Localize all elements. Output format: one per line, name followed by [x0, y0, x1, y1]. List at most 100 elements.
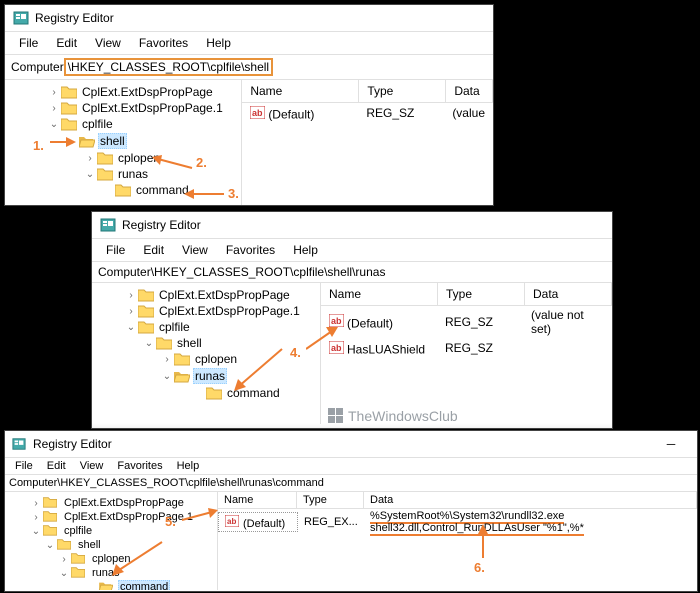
- tree-node[interactable]: ›CplExt.ExtDspPropPage: [92, 287, 320, 303]
- col-type[interactable]: Type: [438, 283, 525, 305]
- expand-icon[interactable]: ›: [29, 498, 43, 509]
- folder-icon: [43, 496, 59, 510]
- tree-node[interactable]: ⌄cplfile: [92, 319, 320, 335]
- addressbar[interactable]: Computer \HKEY_CLASSES_ROOT\cplfile\shel…: [5, 55, 493, 80]
- collapse-icon[interactable]: ⌄: [29, 526, 43, 537]
- minimize-button[interactable]: ─: [651, 434, 691, 454]
- folder-icon: [97, 167, 113, 181]
- watermark: TheWindowsClub: [328, 408, 458, 424]
- string-value-icon: ab: [250, 105, 266, 119]
- addr-computer: Computer: [11, 60, 64, 74]
- menu-favorites[interactable]: Favorites: [131, 34, 196, 52]
- addr-computer: Computer: [9, 477, 57, 489]
- annotation-1: 1.: [33, 138, 44, 153]
- annotation-2: 2.: [196, 155, 207, 170]
- expand-icon[interactable]: ›: [83, 153, 97, 164]
- annotation-3: 3.: [228, 186, 239, 201]
- collapse-icon[interactable]: ⌄: [47, 119, 61, 130]
- folder-icon: [138, 288, 154, 302]
- collapse-icon[interactable]: ⌄: [43, 540, 57, 551]
- addressbar[interactable]: Computer\HKEY_CLASSES_ROOT\cplfile\shell…: [5, 475, 697, 492]
- col-type[interactable]: Type: [359, 80, 446, 102]
- addressbar[interactable]: Computer\HKEY_CLASSES_ROOT\cplfile\shell…: [92, 262, 612, 283]
- annotation-6: 6.: [474, 560, 485, 575]
- addr-computer: Computer: [98, 265, 151, 279]
- tree-node[interactable]: ⌄cplfile: [5, 116, 241, 132]
- expand-icon[interactable]: ›: [124, 306, 138, 317]
- expand-icon[interactable]: ›: [160, 354, 174, 365]
- folder-icon: [138, 304, 154, 318]
- menubar: File Edit View Favorites Help: [5, 458, 697, 475]
- titlebar[interactable]: Registry Editor: [92, 212, 612, 239]
- menu-help[interactable]: Help: [171, 459, 206, 473]
- list-row[interactable]: ab(Default) REG_SZ (value not set): [321, 306, 612, 338]
- tree-node[interactable]: ›CplExt.ExtDspPropPage: [5, 84, 241, 100]
- collapse-icon[interactable]: ⌄: [124, 322, 138, 333]
- tree-node[interactable]: ›CplExt.ExtDspPropPage.1: [92, 303, 320, 319]
- folder-icon: [43, 510, 59, 524]
- tree-pane[interactable]: ›CplExt.ExtDspPropPage ›CplExt.ExtDspPro…: [92, 283, 321, 424]
- values-pane[interactable]: Name Type Data ab(Default) REG_SZ (value: [242, 80, 493, 205]
- col-data[interactable]: Data: [525, 283, 612, 305]
- menu-file[interactable]: File: [98, 241, 133, 259]
- svg-text:ab: ab: [227, 517, 236, 526]
- menu-favorites[interactable]: Favorites: [111, 459, 168, 473]
- values-pane[interactable]: Name Type Data ab(Default) REG_SZ (value…: [321, 283, 612, 424]
- list-row[interactable]: abHasLUAShield REG_SZ: [321, 338, 612, 359]
- annotation-5: 5.: [165, 514, 176, 529]
- values-pane[interactable]: Name Type Data ab(Default) REG_EX... %Sy…: [218, 492, 697, 590]
- expand-icon[interactable]: ›: [57, 554, 71, 565]
- titlebar[interactable]: Registry Editor: [5, 5, 493, 32]
- expand-icon[interactable]: ›: [47, 87, 61, 98]
- list-header: Name Type Data: [242, 80, 493, 103]
- collapse-icon[interactable]: ⌄: [142, 338, 156, 349]
- col-data[interactable]: Data: [446, 80, 493, 102]
- regedit-icon: [11, 436, 27, 452]
- expand-icon[interactable]: ›: [124, 290, 138, 301]
- menu-view[interactable]: View: [74, 459, 110, 473]
- list-row[interactable]: ab(Default) REG_EX... %SystemRoot%\Syste…: [218, 509, 697, 535]
- folder-icon: [61, 117, 77, 131]
- titlebar[interactable]: Registry Editor ─: [5, 431, 697, 458]
- folder-open-icon: [99, 580, 115, 590]
- windows-logo-icon: [328, 408, 344, 424]
- folder-open-icon: [174, 369, 190, 383]
- tree-node[interactable]: ›CplExt.ExtDspPropPage.1: [5, 100, 241, 116]
- folder-icon: [97, 151, 113, 165]
- list-header: Name Type Data: [321, 283, 612, 306]
- collapse-icon[interactable]: ⌄: [57, 568, 71, 579]
- collapse-icon[interactable]: ⌄: [160, 371, 174, 382]
- menu-file[interactable]: File: [9, 459, 39, 473]
- menu-help[interactable]: Help: [285, 241, 326, 259]
- window-title: Registry Editor: [35, 11, 114, 25]
- col-data[interactable]: Data: [364, 492, 697, 508]
- folder-icon: [138, 320, 154, 334]
- expand-icon[interactable]: ›: [47, 103, 61, 114]
- window-title: Registry Editor: [33, 437, 112, 451]
- tree-node-selected[interactable]: command: [5, 580, 217, 590]
- menu-edit[interactable]: Edit: [48, 34, 85, 52]
- arrow-icon: [476, 522, 490, 560]
- menu-help[interactable]: Help: [198, 34, 239, 52]
- col-name[interactable]: Name: [321, 283, 438, 305]
- addr-path-highlight: \HKEY_CLASSES_ROOT\cplfile\shell: [64, 58, 273, 76]
- tree-node[interactable]: ⌄cplfile: [5, 524, 217, 538]
- menu-edit[interactable]: Edit: [135, 241, 172, 259]
- col-name[interactable]: Name: [218, 492, 297, 508]
- annotation-4: 4.: [290, 345, 301, 360]
- list-row[interactable]: ab(Default) REG_SZ (value: [242, 103, 493, 124]
- folder-icon: [71, 566, 87, 580]
- folder-icon: [156, 336, 172, 350]
- string-value-icon: ab: [225, 514, 241, 528]
- collapse-icon[interactable]: ⌄: [83, 169, 97, 180]
- menu-edit[interactable]: Edit: [41, 459, 72, 473]
- menubar: File Edit View Favorites Help: [92, 239, 612, 262]
- menu-view[interactable]: View: [87, 34, 129, 52]
- menu-view[interactable]: View: [174, 241, 216, 259]
- col-type[interactable]: Type: [297, 492, 364, 508]
- menu-favorites[interactable]: Favorites: [218, 241, 283, 259]
- arrow-icon: [150, 155, 194, 173]
- expand-icon[interactable]: ›: [29, 512, 43, 523]
- col-name[interactable]: Name: [242, 80, 359, 102]
- menu-file[interactable]: File: [11, 34, 46, 52]
